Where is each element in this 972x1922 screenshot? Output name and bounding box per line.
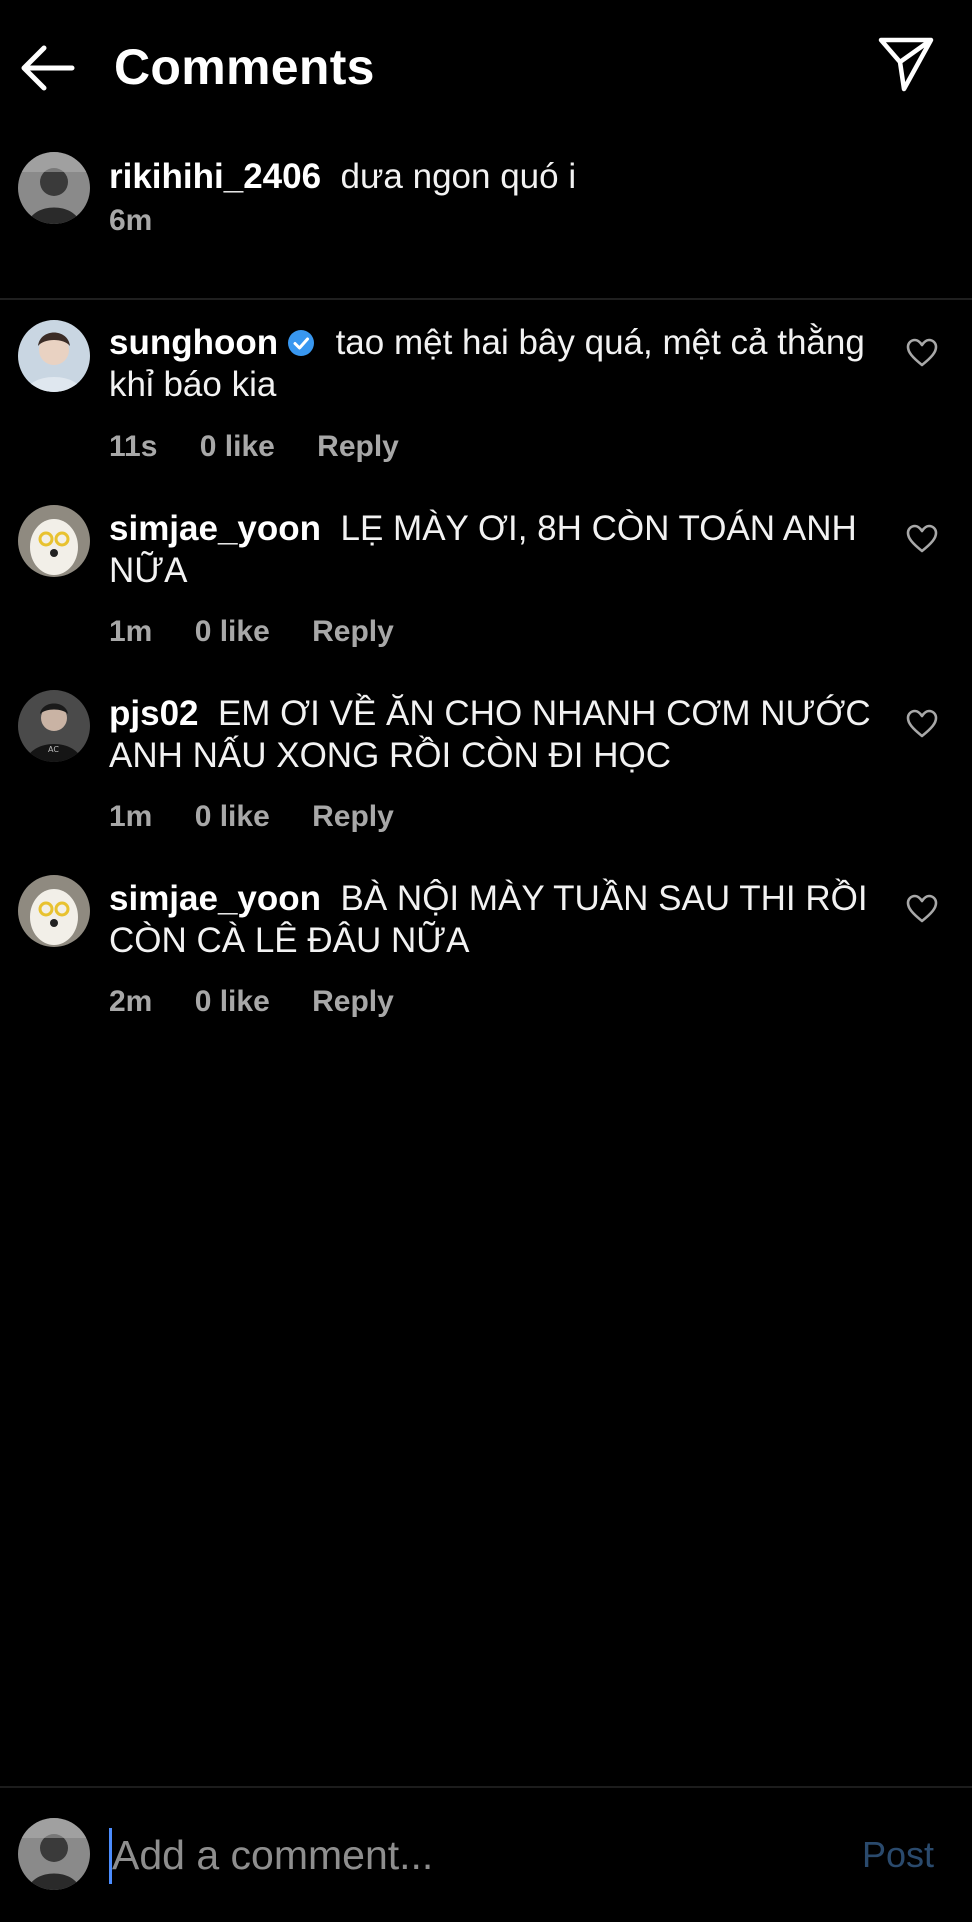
comment-username[interactable]: sunghoon xyxy=(109,323,278,362)
comment-text: EM ƠI VỀ ĂN CHO NHANH CƠM NƯỚC ANH NẤU X… xyxy=(109,694,871,775)
page-title: Comments xyxy=(114,39,375,95)
comment-time: 11s xyxy=(109,430,158,463)
comment-meta: 2m 0 like Reply xyxy=(109,985,428,1019)
comment-username[interactable]: pjs02 xyxy=(109,694,199,733)
comment-meta: 11s 0 like Reply xyxy=(109,430,433,464)
avatar[interactable] xyxy=(18,152,90,224)
heart-icon xyxy=(906,524,938,553)
top-bar: Comments xyxy=(0,0,972,136)
heart-icon xyxy=(906,709,938,738)
avatar[interactable] xyxy=(18,1818,90,1890)
avatar[interactable]: AC xyxy=(18,690,90,762)
comment-time: 1m xyxy=(109,800,153,833)
share-button[interactable] xyxy=(876,34,936,94)
comment-body: sunghoon tao mệt hai bây quá, mệt cả thằ… xyxy=(109,322,872,406)
caption-time: 6m xyxy=(109,204,153,237)
arrow-left-icon xyxy=(21,45,75,91)
like-button[interactable] xyxy=(906,524,938,554)
comment-input[interactable] xyxy=(108,1822,832,1888)
caption-username[interactable]: rikihihi_2406 xyxy=(109,157,321,196)
svg-text:AC: AC xyxy=(48,745,59,754)
reply-button[interactable]: Reply xyxy=(312,985,394,1018)
comment-meta: 1m 0 like Reply xyxy=(109,615,428,649)
avatar[interactable] xyxy=(18,320,90,392)
heart-icon xyxy=(906,894,938,923)
comment-body: simjae_yoon BÀ NỘI MÀY TUẦN SAU THI RỒI … xyxy=(109,878,872,962)
caption-body: rikihihi_2406 dưa ngon quó i xyxy=(109,156,872,198)
heart-icon xyxy=(906,338,938,367)
comment-likes[interactable]: 0 like xyxy=(195,985,270,1018)
comment-time: 2m xyxy=(109,985,153,1018)
avatar[interactable] xyxy=(18,875,90,947)
reply-button[interactable]: Reply xyxy=(312,615,394,648)
comment-likes[interactable]: 0 like xyxy=(200,430,275,463)
verified-badge-icon xyxy=(288,330,315,356)
post-caption: rikihihi_2406 dưa ngon quó i 6m xyxy=(0,148,972,300)
comment-time: 1m xyxy=(109,615,153,648)
comment-composer: Post xyxy=(0,1786,972,1922)
comment-username[interactable]: simjae_yoon xyxy=(109,509,321,548)
caption-text: dưa ngon quó i xyxy=(340,157,577,196)
paper-plane-icon xyxy=(878,37,934,92)
like-button[interactable] xyxy=(906,709,938,739)
comment-likes[interactable]: 0 like xyxy=(195,615,270,648)
like-button[interactable] xyxy=(906,894,938,924)
comment-username[interactable]: simjae_yoon xyxy=(109,879,321,918)
post-button[interactable]: Post xyxy=(862,1834,934,1876)
caption-meta: 6m xyxy=(109,204,186,238)
comment-likes[interactable]: 0 like xyxy=(195,800,270,833)
comment-meta: 1m 0 like Reply xyxy=(109,800,428,834)
avatar[interactable] xyxy=(18,505,90,577)
reply-button[interactable]: Reply xyxy=(312,800,394,833)
like-button[interactable] xyxy=(906,338,938,368)
comment-body: simjae_yoon LẸ MÀY ƠI, 8H CÒN TOÁN ANH N… xyxy=(109,508,872,592)
reply-button[interactable]: Reply xyxy=(317,430,399,463)
divider xyxy=(0,298,972,300)
comment-body: pjs02 EM ƠI VỀ ĂN CHO NHANH CƠM NƯỚC ANH… xyxy=(109,693,872,777)
back-button[interactable] xyxy=(14,40,80,96)
